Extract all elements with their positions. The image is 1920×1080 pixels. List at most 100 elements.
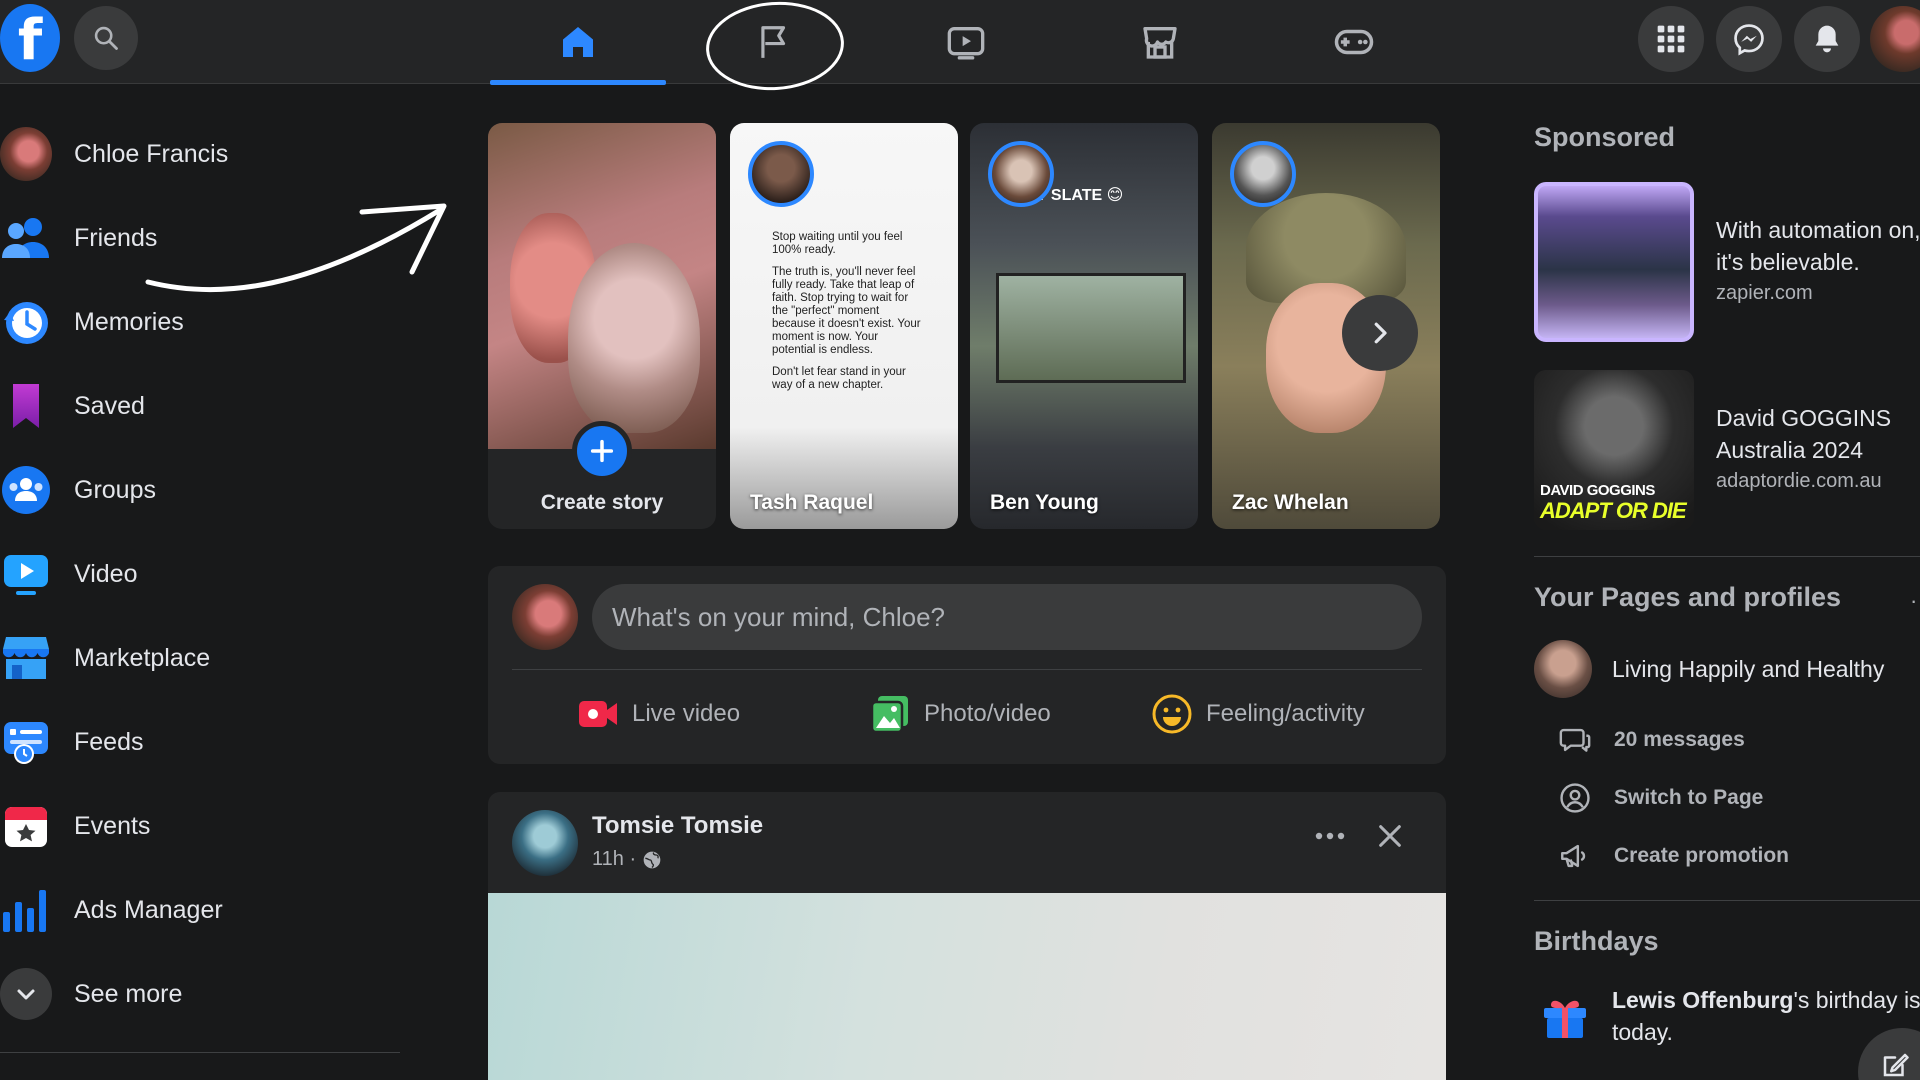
ad-image-text: ADAPT OR DIE	[1540, 498, 1687, 523]
sidebar-item-video[interactable]: Video	[0, 538, 400, 610]
watch-video-icon	[947, 27, 985, 60]
sidebar-item-profile[interactable]: Chloe Francis	[0, 118, 400, 190]
story-avatar	[748, 141, 814, 207]
home-icon	[563, 27, 593, 57]
messages-icon	[1559, 728, 1591, 752]
photo-video-label: Photo/video	[924, 700, 1051, 727]
feeling-smiley-icon	[1152, 694, 1192, 734]
ads-manager-chart-icon	[3, 890, 46, 932]
sidebar-item-groups[interactable]: Groups	[0, 454, 400, 526]
sidebar-item-ads-manager[interactable]: Ads Manager	[0, 874, 400, 946]
story-avatar	[1230, 141, 1296, 207]
saved-bookmark-icon	[13, 384, 39, 428]
ad-image	[1534, 182, 1694, 342]
annotation-arrow	[145, 203, 447, 293]
photo-video-button[interactable]: Photo/video	[870, 684, 1051, 744]
sponsored-ad[interactable]: With automation on, it's believable. zap…	[1534, 182, 1920, 342]
sidebar-item-feeds[interactable]: Feeds	[0, 706, 400, 778]
sidebar-item-saved[interactable]: Saved	[0, 370, 400, 442]
profile-avatar[interactable]	[1870, 6, 1920, 72]
live-video-button[interactable]: Live video	[578, 684, 740, 744]
sidebar-item-see-more[interactable]: See more	[0, 958, 400, 1030]
menu-button[interactable]	[1638, 6, 1704, 72]
feed-post: Tomsie Tomsie 11h ·	[488, 792, 1446, 1080]
compose-edit-icon	[1883, 1053, 1909, 1077]
events-calendar-icon	[5, 807, 47, 847]
page-messages-link[interactable]: 20 messages	[1558, 718, 1745, 762]
tab-marketplace[interactable]	[1072, 0, 1248, 84]
ad-url: zapier.com	[1716, 282, 1813, 304]
post-author-avatar[interactable]	[512, 810, 578, 876]
switch-to-page-link[interactable]: Switch to Page	[1558, 776, 1763, 820]
sidebar-divider	[0, 1052, 400, 1053]
create-story-label: Create story	[540, 491, 664, 514]
ad-url: adaptordie.com.au	[1716, 470, 1882, 492]
messenger-icon	[1734, 24, 1764, 56]
sponsored-ad[interactable]: DAVID GOGGINS ADAPT OR DIE David GOGGINS…	[1534, 370, 1920, 530]
tab-gaming[interactable]	[1266, 0, 1442, 84]
close-icon	[1379, 825, 1401, 847]
sidebar-item-events[interactable]: Events	[0, 790, 400, 862]
story-card[interactable]: Stop waiting until you feel 100% ready. …	[730, 123, 958, 529]
sidebar-item-label: Marketplace	[74, 643, 211, 672]
whats-on-your-mind-input[interactable]: What's on your mind, Chloe?	[592, 584, 1422, 650]
globe-public-icon	[643, 851, 661, 868]
sidebar-item-label: Memories	[74, 307, 184, 336]
story-quote-line: Don't let fear stand in your way of a ne…	[772, 366, 906, 391]
story-author-name: Zac Whelan	[1232, 491, 1349, 514]
sidebar-item-label: Events	[74, 811, 151, 840]
marketplace-store-icon	[1143, 27, 1177, 59]
gaming-controller-icon	[1334, 29, 1374, 55]
notifications-button[interactable]	[1794, 6, 1860, 72]
post-timestamp[interactable]: 11h ·	[592, 848, 636, 871]
live-video-icon	[579, 701, 617, 727]
ad-image: DAVID GOGGINS ADAPT OR DIE	[1534, 370, 1694, 530]
page-action-label: 20 messages	[1614, 728, 1745, 751]
stories-next-button[interactable]	[1342, 295, 1418, 371]
sidebar-item-label: Saved	[74, 391, 145, 420]
feeling-activity-label: Feeling/activity	[1206, 700, 1365, 727]
friends-icon	[2, 218, 49, 258]
feeling-activity-button[interactable]: Feeling/activity	[1152, 684, 1365, 744]
tab-watch[interactable]	[878, 0, 1054, 84]
facebook-logo[interactable]: f	[0, 4, 60, 72]
tab-home[interactable]	[490, 0, 666, 85]
search-icon	[94, 26, 118, 50]
create-story-card[interactable]: Create story	[488, 123, 716, 529]
right-divider	[1534, 556, 1920, 557]
story-quote-line: Stop waiting until you feel 100% ready.	[772, 231, 903, 256]
post-author-name[interactable]: Tomsie Tomsie	[592, 812, 763, 840]
ad-title: With automation on, it's believable.	[1716, 217, 1920, 275]
pages-more-options-button[interactable]: ·	[1910, 588, 1920, 614]
story-photo	[996, 273, 1186, 383]
megaphone-icon	[1561, 844, 1586, 868]
profile-avatar[interactable]	[512, 584, 578, 650]
page-action-label: Switch to Page	[1614, 786, 1764, 809]
video-icon	[4, 555, 48, 595]
plus-icon	[590, 439, 614, 463]
ad-title: David GOGGINS Australia 2024	[1716, 405, 1892, 463]
story-card[interactable]: ST SLATE 😊 Ben Young	[970, 123, 1198, 529]
create-promotion-link[interactable]: Create promotion	[1558, 834, 1789, 878]
create-story-add-button[interactable]	[572, 421, 632, 481]
memories-clock-icon	[4, 302, 48, 344]
post-more-options-button[interactable]	[1310, 816, 1350, 856]
notifications-bell-icon	[1815, 25, 1839, 53]
chevron-right-icon	[1374, 322, 1387, 344]
right-divider	[1534, 900, 1920, 901]
sidebar-item-marketplace[interactable]: Marketplace	[0, 622, 400, 694]
chevron-down-icon	[17, 989, 35, 1000]
right-sidebar: Sponsored With automation on, it's belie…	[1534, 84, 1920, 1080]
story-quote: Stop waiting until you feel 100% ready. …	[772, 231, 922, 401]
more-dots-icon	[1315, 832, 1345, 840]
story-author-name: Tash Raquel	[750, 491, 874, 514]
birthdays-heading: Birthdays	[1534, 926, 1659, 956]
search-button[interactable]	[74, 6, 138, 70]
messenger-button[interactable]	[1716, 6, 1782, 72]
composer-divider	[512, 669, 1422, 670]
post-hide-button[interactable]	[1368, 814, 1412, 858]
page-name[interactable]: Living Happily and Healthy	[1612, 656, 1884, 683]
page-avatar[interactable]	[1534, 640, 1592, 698]
post-image[interactable]	[488, 893, 1446, 1080]
live-video-label: Live video	[632, 700, 741, 727]
